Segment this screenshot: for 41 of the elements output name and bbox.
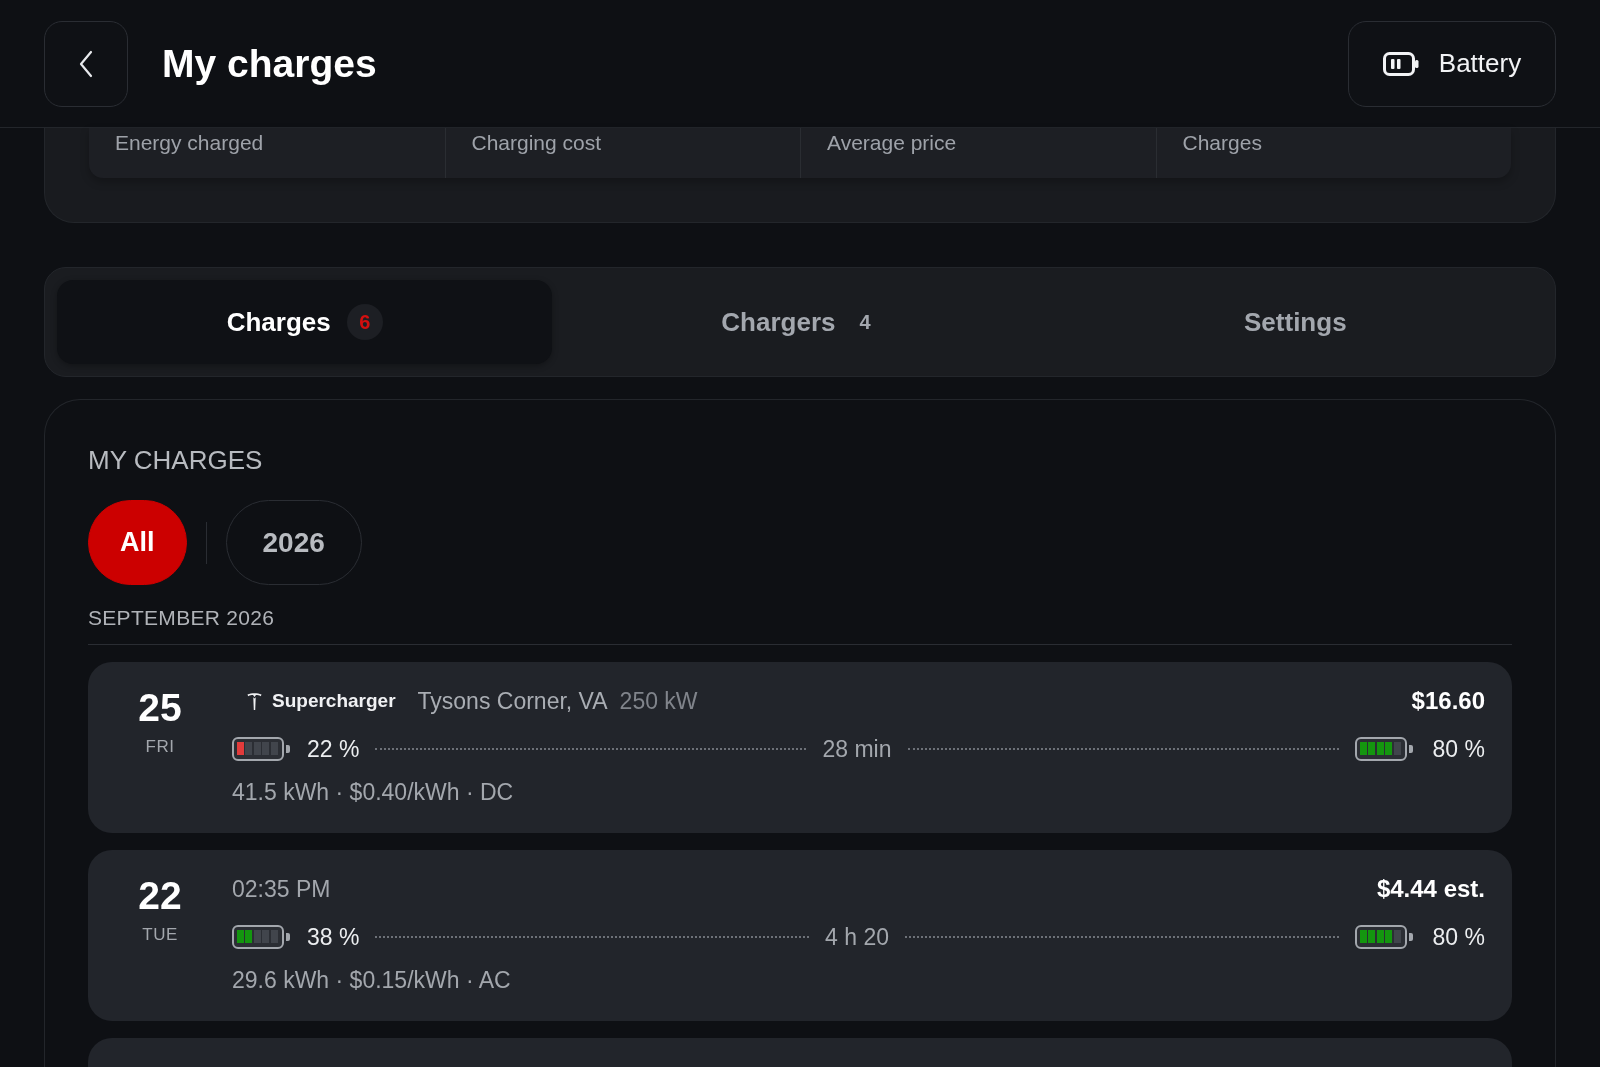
price-text: $16.60 xyxy=(1411,687,1485,715)
end-percent: 80 % xyxy=(1432,735,1485,763)
weekday-label: FRI xyxy=(145,737,175,757)
tab-label: Settings xyxy=(1244,306,1347,338)
tab-label: Chargers xyxy=(721,306,836,338)
t-logo-icon xyxy=(247,692,262,710)
tab[interactable]: Chargers 4 xyxy=(552,280,1048,364)
end-percent: 80 % xyxy=(1432,923,1485,951)
day-number: 22 xyxy=(138,874,182,918)
network-label: Supercharger xyxy=(272,690,396,712)
count-badge: 6 xyxy=(346,304,383,340)
duration-text: 28 min xyxy=(822,735,892,763)
charge-card[interactable]: 25 FRI Supercharger Tysons Corner, VA 250 kW $16.60 22 % 28 min 80 % 41.5 kWh · $0.40/kWh · DC xyxy=(88,662,1512,833)
stat-label: Charging cost xyxy=(471,131,602,154)
start-percent: 22 % xyxy=(307,735,360,763)
chevron-left-icon xyxy=(79,49,93,78)
battery-button[interactable]: Battery xyxy=(1348,20,1556,107)
start-percent: 38 % xyxy=(307,923,360,951)
weekday-label: TUE xyxy=(142,925,178,945)
battery-icon xyxy=(1382,51,1419,76)
stat-label: Energy charged xyxy=(115,131,264,154)
count-text: 4 xyxy=(858,310,872,334)
power-text: 250 kW xyxy=(619,687,698,715)
page-title: My charges xyxy=(162,41,377,86)
filter-chip[interactable]: All xyxy=(88,500,187,585)
duration-text: 4 h 20 xyxy=(825,923,889,951)
time-text: 02:35 PM xyxy=(232,875,331,903)
price-text: $4.44 est. xyxy=(1376,875,1485,903)
month-heading: SEPTEMBER 2026 xyxy=(88,605,1512,645)
details-text: 41.5 kWh · $0.40/kWh · DC xyxy=(232,778,515,807)
charge-card[interactable]: 22 TUE 02:35 PM $4.44 est. 38 % 4 h 20 80 % 29.6 kWh · $0.15/kWh · AC xyxy=(88,850,1512,1021)
tab[interactable]: Settings xyxy=(1047,280,1543,364)
tab-label: Charges xyxy=(226,306,331,338)
stat-label: Charges xyxy=(1182,131,1262,154)
stat-label: Average price xyxy=(827,131,957,154)
day-number: 25 xyxy=(138,686,182,730)
location-text: Tysons Corner, VA xyxy=(417,687,608,715)
section-title: MY CHARGES xyxy=(88,444,264,476)
details-text: 29.6 kWh · $0.15/kWh · AC xyxy=(232,966,512,995)
tab[interactable]: Charges 6 xyxy=(57,280,553,364)
back-button[interactable] xyxy=(44,20,128,107)
